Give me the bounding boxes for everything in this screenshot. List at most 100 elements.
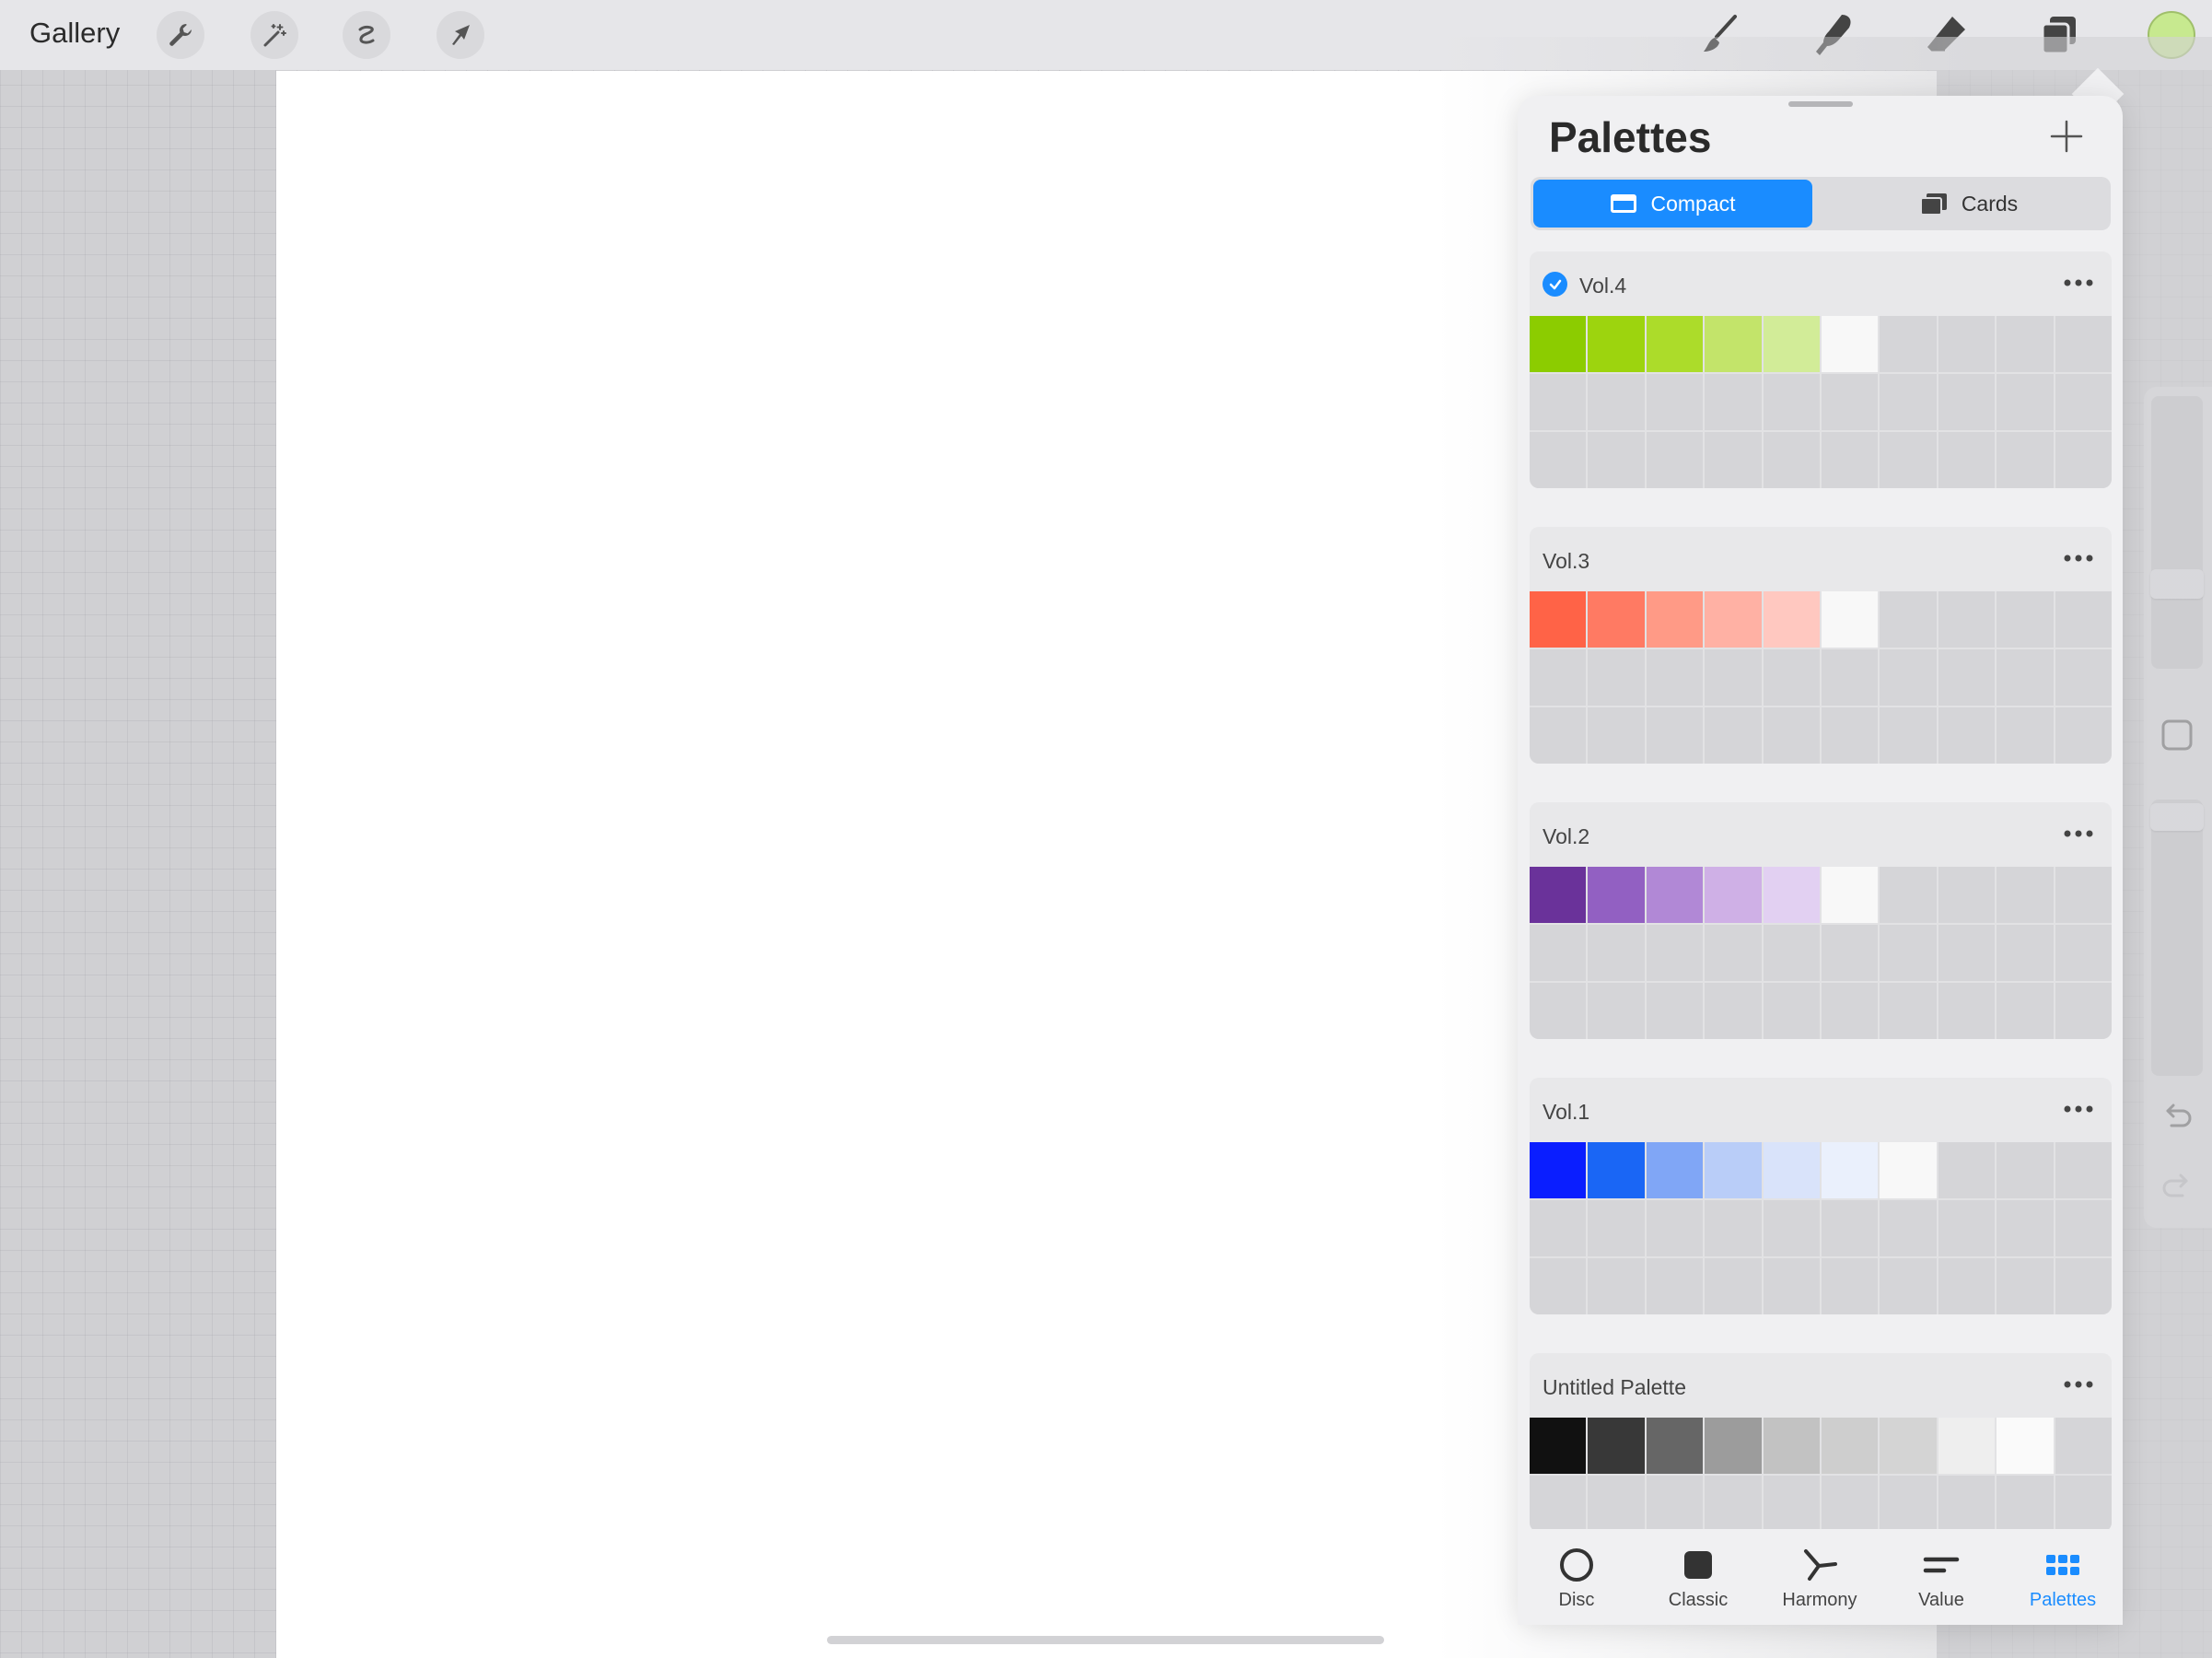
empty-swatch[interactable] xyxy=(1646,1200,1704,1256)
empty-swatch[interactable] xyxy=(1822,432,1879,488)
tab-palettes[interactable]: Palettes xyxy=(2012,1546,2113,1611)
empty-swatch[interactable] xyxy=(1646,374,1704,430)
empty-swatch[interactable] xyxy=(1880,1200,1937,1256)
empty-swatch[interactable] xyxy=(1646,1258,1704,1314)
empty-swatch[interactable] xyxy=(1997,925,2054,981)
empty-swatch[interactable] xyxy=(1530,432,1587,488)
color-swatch[interactable] xyxy=(1530,867,1587,923)
empty-swatch[interactable] xyxy=(1880,374,1937,430)
empty-swatch[interactable] xyxy=(1705,374,1762,430)
color-swatch[interactable] xyxy=(1705,591,1762,648)
color-swatch[interactable] xyxy=(1530,1418,1587,1474)
adjustments-button[interactable] xyxy=(250,11,298,59)
empty-swatch[interactable] xyxy=(1763,983,1820,1039)
color-swatch[interactable] xyxy=(1530,316,1587,372)
color-swatch[interactable] xyxy=(1763,1142,1820,1198)
compact-view-button[interactable]: Compact xyxy=(1533,180,1812,228)
color-swatch[interactable] xyxy=(1880,1418,1937,1474)
empty-swatch[interactable] xyxy=(1938,316,1996,372)
empty-swatch[interactable] xyxy=(1588,983,1645,1039)
empty-swatch[interactable] xyxy=(1880,925,1937,981)
empty-swatch[interactable] xyxy=(1530,983,1587,1039)
default-check-icon[interactable] xyxy=(1543,272,1567,297)
empty-swatch[interactable] xyxy=(1997,867,2054,923)
empty-swatch[interactable] xyxy=(2055,1476,2112,1532)
empty-swatch[interactable] xyxy=(2055,1200,2112,1256)
color-swatch[interactable] xyxy=(1763,591,1820,648)
color-swatch[interactable] xyxy=(1705,1418,1762,1474)
empty-swatch[interactable] xyxy=(1588,432,1645,488)
empty-swatch[interactable] xyxy=(1997,1142,2054,1198)
empty-swatch[interactable] xyxy=(1938,1258,1996,1314)
color-swatch[interactable] xyxy=(1763,1418,1820,1474)
empty-swatch[interactable] xyxy=(1588,1258,1645,1314)
color-swatch[interactable] xyxy=(1705,1142,1762,1198)
empty-swatch[interactable] xyxy=(1705,1200,1762,1256)
empty-swatch[interactable] xyxy=(1880,649,1937,706)
empty-swatch[interactable] xyxy=(1822,1200,1879,1256)
empty-swatch[interactable] xyxy=(1880,983,1937,1039)
color-swatch[interactable] xyxy=(1880,1142,1937,1198)
empty-swatch[interactable] xyxy=(1822,707,1879,764)
color-swatch[interactable] xyxy=(1705,316,1762,372)
empty-swatch[interactable] xyxy=(1588,1200,1645,1256)
more-options-icon[interactable] xyxy=(2060,1373,2097,1395)
empty-swatch[interactable] xyxy=(1997,649,2054,706)
empty-swatch[interactable] xyxy=(2055,925,2112,981)
empty-swatch[interactable] xyxy=(1763,374,1820,430)
empty-swatch[interactable] xyxy=(2055,983,2112,1039)
gallery-button[interactable]: Gallery xyxy=(29,17,120,50)
color-swatch[interactable] xyxy=(1588,1418,1645,1474)
tab-classic[interactable]: Classic xyxy=(1647,1546,1749,1611)
empty-swatch[interactable] xyxy=(1646,707,1704,764)
empty-swatch[interactable] xyxy=(1530,1476,1587,1532)
color-swatch[interactable] xyxy=(1997,1418,2054,1474)
empty-swatch[interactable] xyxy=(1938,925,1996,981)
empty-swatch[interactable] xyxy=(1646,925,1704,981)
color-swatch[interactable] xyxy=(1530,1142,1587,1198)
tab-value[interactable]: Value xyxy=(1891,1546,1992,1611)
empty-swatch[interactable] xyxy=(1705,925,1762,981)
empty-swatch[interactable] xyxy=(1588,649,1645,706)
empty-swatch[interactable] xyxy=(1997,983,2054,1039)
empty-swatch[interactable] xyxy=(1997,1200,2054,1256)
empty-swatch[interactable] xyxy=(1530,374,1587,430)
empty-swatch[interactable] xyxy=(1588,925,1645,981)
empty-swatch[interactable] xyxy=(1938,591,1996,648)
empty-swatch[interactable] xyxy=(2055,1142,2112,1198)
empty-swatch[interactable] xyxy=(1938,432,1996,488)
color-swatch[interactable] xyxy=(1646,1142,1704,1198)
empty-swatch[interactable] xyxy=(1997,591,2054,648)
empty-swatch[interactable] xyxy=(2055,432,2112,488)
empty-swatch[interactable] xyxy=(1646,649,1704,706)
empty-swatch[interactable] xyxy=(1997,432,2054,488)
empty-swatch[interactable] xyxy=(1646,983,1704,1039)
empty-swatch[interactable] xyxy=(1997,1258,2054,1314)
empty-swatch[interactable] xyxy=(1880,591,1937,648)
color-swatch[interactable] xyxy=(1822,867,1879,923)
color-swatch[interactable] xyxy=(1530,591,1587,648)
empty-swatch[interactable] xyxy=(1997,316,2054,372)
empty-swatch[interactable] xyxy=(1763,707,1820,764)
empty-swatch[interactable] xyxy=(1880,316,1937,372)
color-swatch[interactable] xyxy=(1646,591,1704,648)
empty-swatch[interactable] xyxy=(1822,983,1879,1039)
empty-swatch[interactable] xyxy=(1938,1142,1996,1198)
actions-button[interactable] xyxy=(157,11,204,59)
empty-swatch[interactable] xyxy=(1938,1476,1996,1532)
color-swatch[interactable] xyxy=(1822,591,1879,648)
more-options-icon[interactable] xyxy=(2060,272,2097,294)
empty-swatch[interactable] xyxy=(1763,925,1820,981)
empty-swatch[interactable] xyxy=(1880,1258,1937,1314)
color-swatch[interactable] xyxy=(1822,1142,1879,1198)
empty-swatch[interactable] xyxy=(1530,1258,1587,1314)
add-palette-icon[interactable] xyxy=(2044,114,2089,158)
color-swatch[interactable] xyxy=(1646,316,1704,372)
tab-harmony[interactable]: Harmony xyxy=(1769,1546,1870,1611)
tab-disc[interactable]: Disc xyxy=(1526,1546,1627,1611)
color-swatch[interactable] xyxy=(1588,591,1645,648)
empty-swatch[interactable] xyxy=(2055,1418,2112,1474)
empty-swatch[interactable] xyxy=(2055,374,2112,430)
more-options-icon[interactable] xyxy=(2060,547,2097,569)
color-swatch[interactable] xyxy=(1763,867,1820,923)
